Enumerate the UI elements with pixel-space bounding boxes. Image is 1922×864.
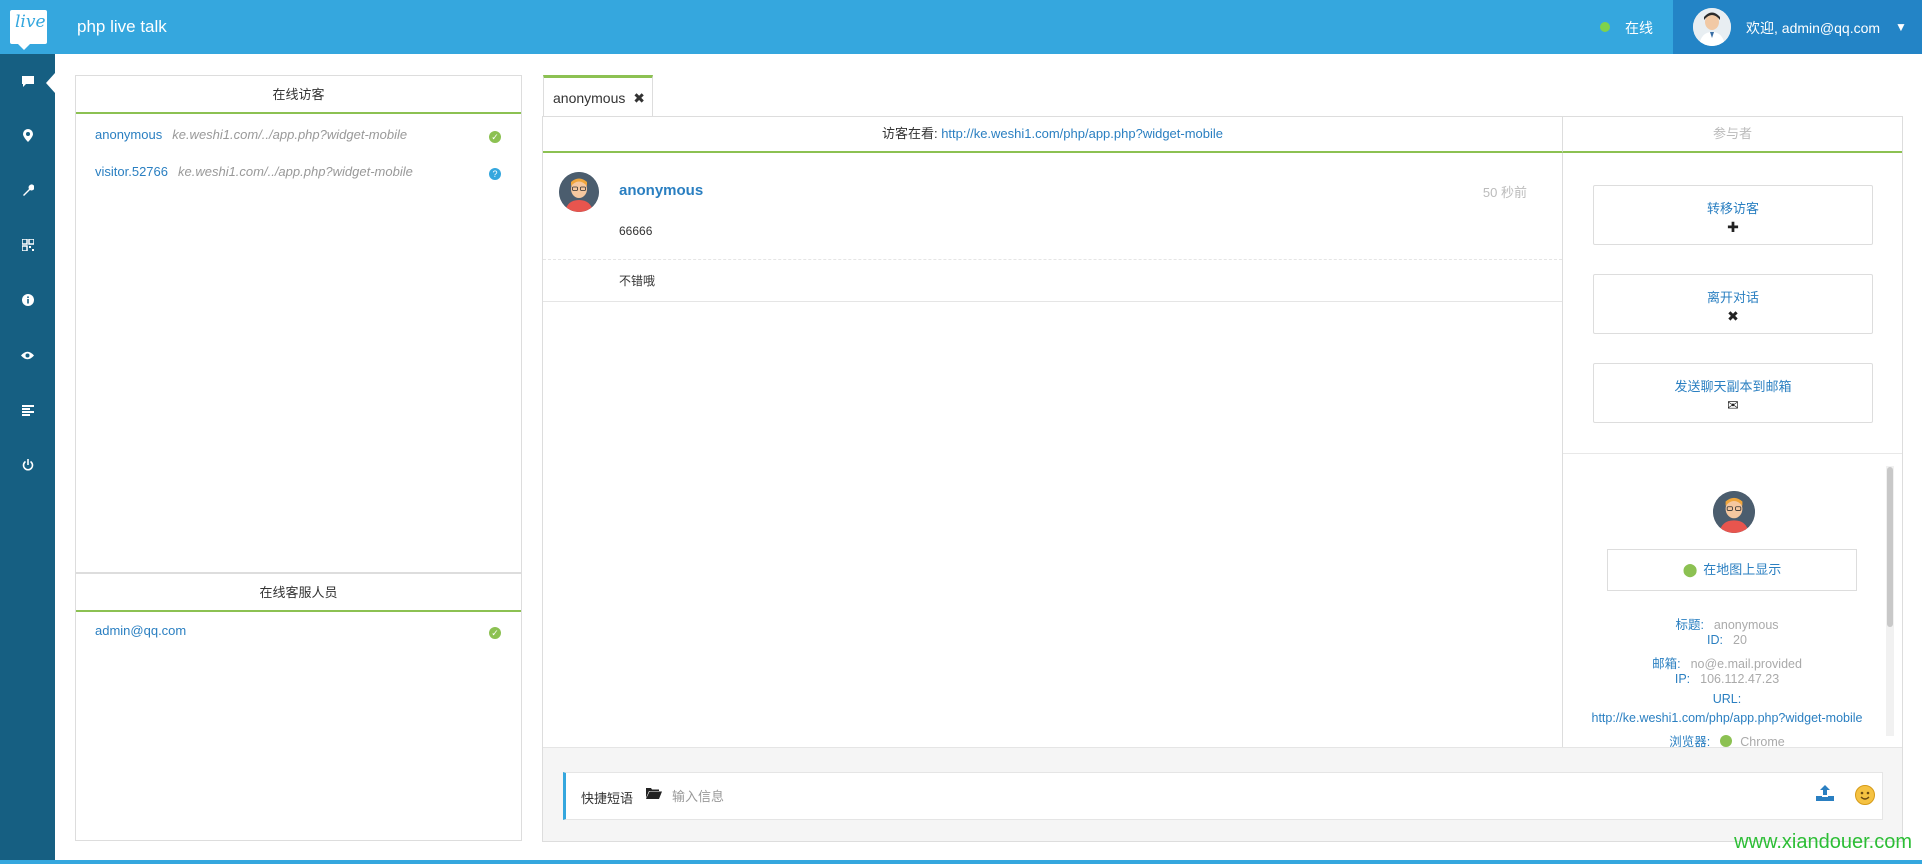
message-author: anonymous — [619, 182, 704, 199]
tab-anonymous[interactable]: anonymous ✖ — [543, 75, 653, 117]
avatar — [1713, 491, 1755, 533]
divider — [1563, 453, 1902, 454]
visitors-panel: 在线访客 anonymous ke.weshi1.com/../app.php?w… — [75, 75, 522, 573]
map-marker-icon: ⬤ — [1682, 562, 1698, 577]
list-icon[interactable] — [0, 390, 55, 430]
visitor-name[interactable]: visitor.52766 — [95, 164, 168, 179]
staff-panel: 在线客服人员 admin@qq.com ✓ — [75, 573, 522, 841]
watching-bar: 访客在看: http://ke.weshi1.com/php/app.php?w… — [543, 117, 1562, 153]
composer: 快捷短语 — [543, 747, 1902, 841]
visitor-url: ke.weshi1.com/../app.php?widget-mobile — [178, 164, 413, 179]
message-input[interactable] — [672, 785, 1372, 807]
info-icon[interactable] — [0, 280, 55, 320]
active-indicator — [46, 73, 55, 93]
staff-panel-title: 在线客服人员 — [76, 574, 521, 612]
online-status-dot — [1600, 22, 1610, 32]
list-item[interactable]: admin@qq.com — [95, 623, 186, 643]
welcome-text: 欢迎, admin@qq.com — [1746, 20, 1881, 36]
online-status-text[interactable]: 在线 — [1625, 18, 1653, 38]
avatar — [1693, 8, 1731, 46]
quick-replies-label[interactable]: 快捷短语 — [581, 788, 633, 807]
participants-header: 参与者 — [1562, 117, 1902, 153]
list-item[interactable]: anonymous ke.weshi1.com/../app.php?widget… — [95, 127, 407, 147]
tab-label: anonymous — [553, 90, 626, 106]
chevron-down-icon[interactable]: ▼ — [1895, 20, 1907, 34]
logo-text: live — [15, 12, 46, 32]
logo[interactable]: live — [10, 10, 47, 50]
folder-open-icon[interactable] — [646, 786, 662, 802]
email-transcript-button[interactable]: 发送聊天副本到邮箱 ✉ — [1593, 363, 1873, 423]
message-time: 50 秒前 — [1482, 185, 1527, 200]
power-icon[interactable] — [0, 445, 55, 485]
message-text: 66666 — [619, 224, 653, 238]
button-label: 离开对话 — [1706, 290, 1759, 305]
question-circle-icon: ? — [489, 168, 501, 180]
info-title: 标题: anonymous — [1675, 618, 1779, 632]
info-url-label: URL: — [1712, 692, 1742, 706]
eye-icon[interactable] — [0, 335, 55, 375]
visitor-name[interactable]: anonymous — [95, 127, 162, 142]
button-label: 在地图上显示 — [1703, 562, 1782, 577]
user-menu[interactable]: 欢迎, admin@qq.com ▼ — [1673, 0, 1922, 54]
info-url[interactable]: http://ke.weshi1.com/php/app.php?widget-… — [1562, 711, 1892, 725]
close-icon: ✖ — [1727, 308, 1739, 324]
visitor-url: ke.weshi1.com/../app.php?widget-mobile — [172, 127, 408, 142]
message-text: 不错哦 — [619, 274, 656, 288]
envelope-icon: ✉ — [1727, 397, 1739, 413]
watermark: www.xiandouer.com — [1734, 831, 1912, 853]
transfer-visitor-button[interactable]: 转移访客 ✚ — [1593, 185, 1873, 245]
leave-chat-button[interactable]: 离开对话 ✖ — [1593, 274, 1873, 334]
map-marker-icon[interactable] — [0, 115, 55, 155]
sidebar — [0, 54, 55, 864]
watching-url[interactable]: http://ke.weshi1.com/php/app.php?widget-… — [941, 126, 1223, 141]
button-label: 发送聊天副本到邮箱 — [1674, 379, 1792, 394]
scrollbar-thumb[interactable] — [1887, 467, 1893, 627]
bottom-bar — [0, 860, 1922, 864]
info-id: ID: 20 — [1707, 633, 1747, 647]
wrench-icon[interactable] — [0, 170, 55, 210]
message-divider — [543, 301, 1562, 302]
avatar — [559, 172, 599, 212]
check-circle-icon: ✓ — [489, 131, 501, 143]
message-composer: 快捷短语 — [563, 772, 1883, 820]
watching-label: 访客在看: — [881, 126, 942, 141]
staff-name[interactable]: admin@qq.com — [95, 623, 186, 638]
upload-icon[interactable] — [1816, 785, 1834, 806]
plus-icon: ✚ — [1727, 219, 1739, 235]
check-circle-icon: ✓ — [489, 627, 501, 639]
qrcode-icon[interactable] — [0, 225, 55, 265]
app-title: php live talk — [77, 17, 167, 36]
info-ip: IP: 106.112.47.23 — [1674, 672, 1780, 686]
info-email: 邮箱: no@e.mail.provided — [1652, 657, 1802, 671]
button-label: 转移访客 — [1706, 201, 1759, 216]
list-item[interactable]: visitor.52766 ke.weshi1.com/../app.php?wi… — [95, 164, 413, 184]
emoji-icon[interactable] — [1855, 785, 1875, 805]
visitors-panel-title: 在线访客 — [76, 76, 521, 114]
message-list: anonymous 50 秒前 66666 不错哦 — [543, 153, 1562, 747]
top-header: live php live talk 在线 欢迎, admin@qq.com ▼ — [0, 0, 1922, 54]
show-on-map-button[interactable]: ⬤ 在地图上显示 — [1607, 549, 1857, 591]
chrome-icon — [1720, 735, 1733, 747]
chat-box: 访客在看: http://ke.weshi1.com/php/app.php?w… — [542, 116, 1903, 842]
close-icon[interactable]: ✖ — [633, 90, 645, 106]
message-divider — [543, 259, 1562, 260]
